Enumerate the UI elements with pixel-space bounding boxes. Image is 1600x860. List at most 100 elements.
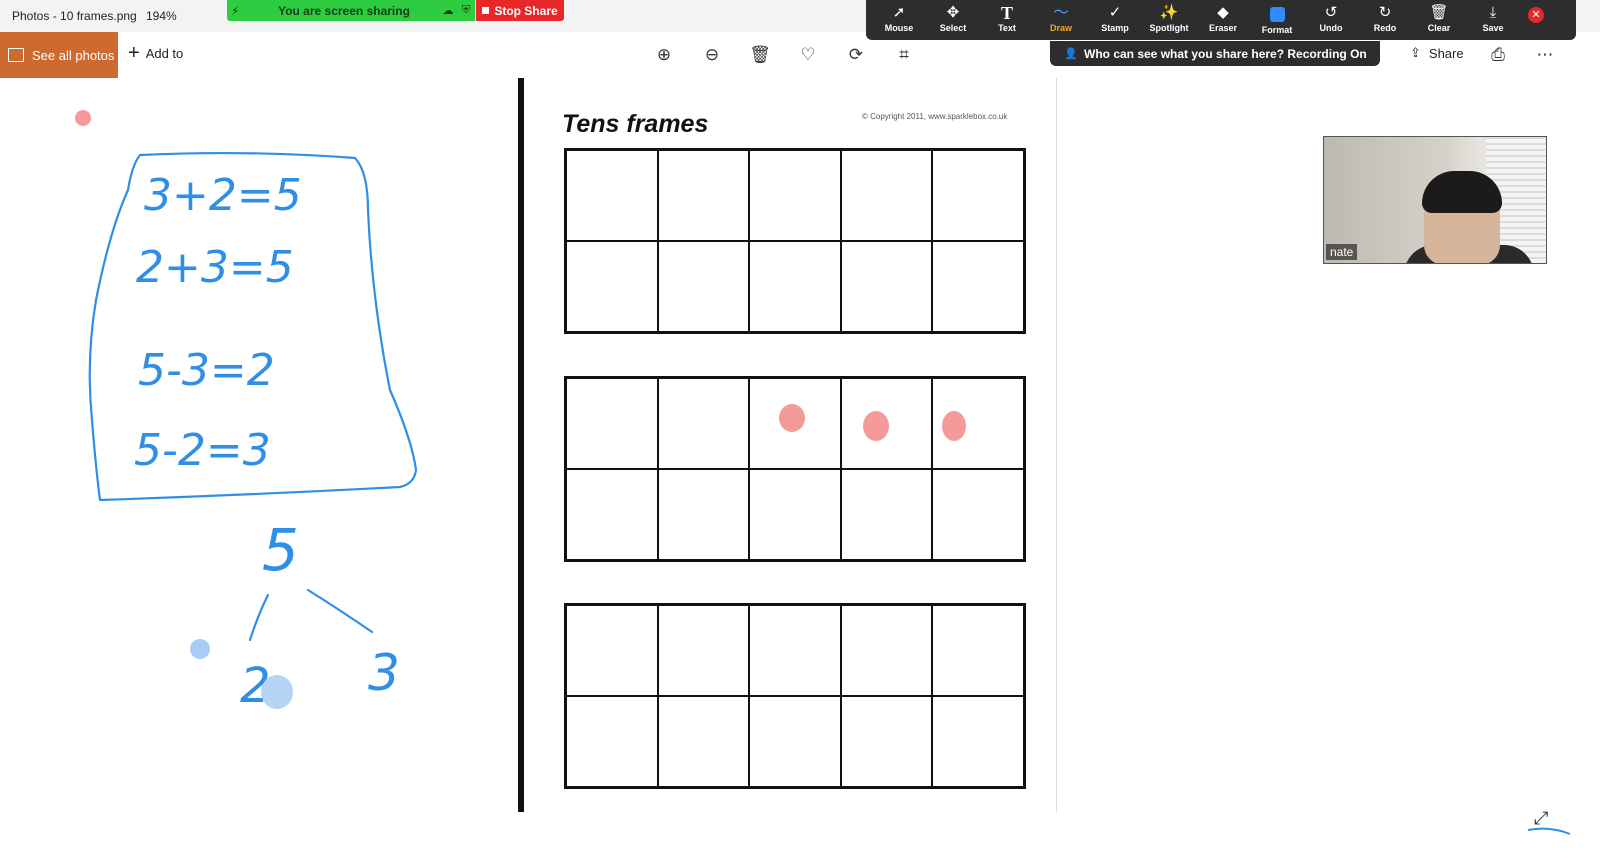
download-icon: ⤓ (1489, 4, 1497, 21)
ten-frame-cell (657, 150, 750, 241)
ten-frame-cell (840, 696, 933, 787)
more-options-icon[interactable]: ⋯ (1534, 44, 1556, 66)
ten-frame-cell (566, 378, 658, 469)
ink-equation-3: 5-3=2 (138, 345, 275, 396)
eraser-icon: ◆ (1217, 4, 1229, 21)
share-button[interactable]: ⇪ Share (1410, 45, 1464, 61)
close-annotation-button[interactable]: ✕ (1528, 7, 1544, 23)
annotation-toolbar: ➚ Mouse ✥ Select T Text 〜 Draw ✓ Stamp ✨ Spotl… (866, 0, 1576, 40)
ten-frame-cell (932, 469, 1024, 560)
blue-dot-1 (190, 639, 210, 659)
recording-notice-bar[interactable]: 👤 Who can see what you share here? Recor… (1050, 41, 1380, 66)
tool-mouse[interactable]: ➚ Mouse (872, 0, 926, 40)
ten-frame-cell (840, 469, 933, 560)
favorite-heart-icon[interactable]: ♡ (797, 44, 819, 66)
tool-redo[interactable]: ↻ Redo (1358, 0, 1412, 40)
ten-frame-cell (749, 696, 841, 787)
ink-number-part-left: 2 (240, 658, 271, 714)
tool-save[interactable]: ⤓ Save (1466, 0, 1520, 40)
plus-icon: + (128, 42, 140, 64)
ten-frame-cell (932, 605, 1024, 696)
tool-select[interactable]: ✥ Select (926, 0, 980, 40)
tool-undo[interactable]: ↺ Undo (1304, 0, 1358, 40)
ten-frame-cell (566, 241, 658, 332)
ten-frame-cell (566, 469, 658, 560)
ink-equation-1: 3+2=5 (144, 170, 302, 221)
ten-frame-cell (932, 150, 1024, 241)
ink-number-total: 5 (262, 516, 299, 584)
ten-frame-cell (840, 378, 933, 469)
ten-frame-cell (932, 696, 1024, 787)
add-to-label: Add to (145, 45, 184, 61)
ten-frame-cell (657, 696, 750, 787)
ten-frame-cell (840, 150, 933, 241)
rotate-icon[interactable]: ⟳ (845, 44, 867, 66)
tree-stem-left (248, 593, 270, 642)
share-icon: ⇪ (1410, 45, 1421, 60)
ten-frame-cell (657, 241, 750, 332)
ten-frame-cell (657, 469, 750, 560)
ten-frame-cell (840, 605, 933, 696)
ink-equation-2: 2+3=5 (136, 242, 294, 293)
ten-frame-cell (840, 241, 933, 332)
stop-share-label: Stop Share (494, 3, 558, 18)
ten-frame-cell (932, 241, 1024, 332)
crop-icon[interactable]: ⌗ (893, 44, 915, 66)
ten-frame-2 (564, 376, 1026, 562)
delete-icon[interactable]: 🗑 (749, 44, 771, 66)
tool-clear[interactable]: 🗑 Clear (1412, 0, 1466, 40)
ten-frame-1 (564, 148, 1026, 334)
share-label: Share (1428, 45, 1464, 61)
worksheet-copyright: © Copyright 2011, www.sparklebox.co.uk (862, 112, 1008, 121)
check-icon: ✓ (1108, 4, 1122, 21)
add-to-button[interactable]: + Add to (128, 42, 184, 64)
tool-text[interactable]: T Text (980, 0, 1034, 40)
worksheet-title: Tens frames (562, 110, 709, 138)
ten-frame-cell (566, 605, 658, 696)
stop-square-icon (482, 7, 490, 14)
see-all-photos-label: See all photos (32, 47, 115, 63)
format-icon (1269, 7, 1285, 22)
tool-spotlight[interactable]: ✨ Spotlight (1142, 0, 1196, 40)
equation-box-outline (88, 151, 418, 502)
trash-icon: 🗑 (1429, 4, 1449, 21)
ten-frame-cell (932, 378, 1024, 469)
zoom-level: 194% (146, 9, 177, 23)
zoom-out-icon[interactable]: ⊖ (701, 44, 723, 66)
ten-frame-cell (566, 150, 658, 241)
tool-eraser[interactable]: ◆ Eraser (1196, 0, 1250, 40)
zoom-in-icon[interactable]: ⊕ (653, 44, 675, 66)
participant-video[interactable]: nate (1323, 136, 1547, 264)
worksheet-image: Tens frames © Copyright 2011, www.sparkl… (518, 78, 1056, 812)
tool-format[interactable]: Format (1250, 0, 1304, 40)
bolt-icon: ⚡ (231, 3, 240, 18)
print-icon[interactable]: ⎙ (1487, 44, 1509, 66)
stop-share-button[interactable]: Stop Share (476, 0, 564, 21)
ten-frame-cell (749, 469, 841, 560)
expand-icon[interactable]: ⤢ (1534, 808, 1548, 829)
tool-draw[interactable]: 〜 Draw (1034, 0, 1088, 40)
shield-icon: ⛨ (461, 4, 471, 16)
move-icon: ✥ (946, 4, 960, 21)
tool-stamp[interactable]: ✓ Stamp (1088, 0, 1142, 40)
see-all-photos-button[interactable]: See all photos (0, 32, 118, 78)
pink-dot (75, 110, 91, 126)
wand-icon: ✨ (1159, 4, 1179, 21)
tree-stem-right (306, 588, 374, 634)
ink-equation-4: 5-2=3 (134, 425, 271, 476)
ink-number-part-right: 3 (368, 644, 400, 702)
text-icon: T (1000, 3, 1013, 23)
ten-frame-cell (657, 605, 750, 696)
person-icon: 👤 (1064, 48, 1078, 60)
participant-name: nate (1326, 244, 1358, 260)
ten-frame-cell (749, 241, 841, 332)
blue-dot-2 (261, 675, 293, 709)
ten-frame-cell (749, 150, 841, 241)
ten-frame-3 (564, 603, 1026, 789)
undo-icon: ↺ (1324, 4, 1338, 21)
screen-sharing-banner[interactable]: ⚡ You are screen sharing ☁ ⛨ (227, 0, 475, 21)
recording-notice-text: Who can see what you share here? Recordi… (1084, 46, 1367, 61)
sharing-status-text: You are screen sharing (278, 3, 410, 18)
ten-frame-cell (657, 378, 750, 469)
ink-stroke-corner (1527, 827, 1571, 835)
